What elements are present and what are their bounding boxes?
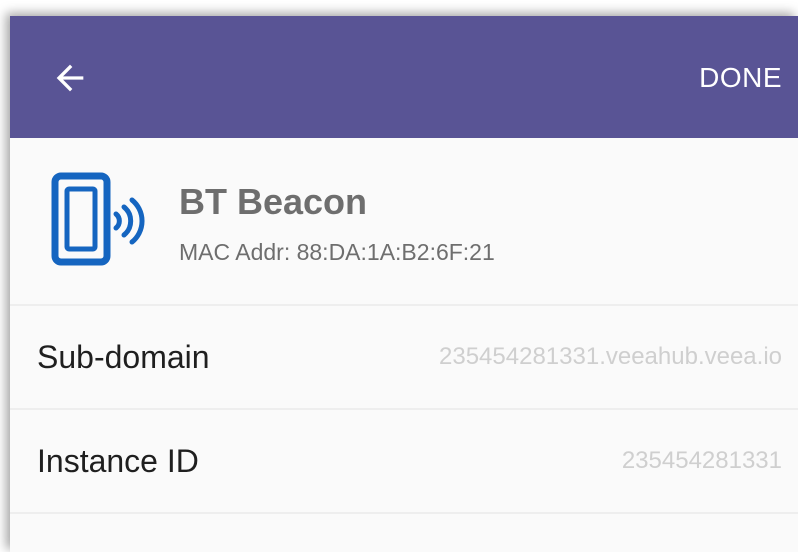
back-button[interactable] (40, 50, 100, 106)
device-name: BT Beacon (179, 181, 368, 222)
app-screen: DONE BT Beacon MAC Addr: 88:DA:1A:B2:6F:… (10, 16, 798, 552)
device-mac-address: MAC Addr: 88:DA:1A:B2:6F:21 (179, 239, 495, 265)
app-bar: DONE (10, 16, 798, 138)
row-sub-domain: Sub-domain 235454281331.veeahub.veea.io (10, 306, 798, 410)
device-card: BT Beacon MAC Addr: 88:DA:1A:B2:6F:21 (10, 138, 798, 306)
arrow-back-icon (56, 64, 84, 92)
row-value: 235454281331 (621, 447, 782, 474)
done-button[interactable]: DONE (699, 56, 782, 100)
row-value: 235454281331.veeahub.veea.io (439, 343, 782, 370)
row-instance-id: Instance ID 235454281331 (10, 410, 798, 514)
row-label: Instance ID (37, 442, 199, 479)
row-label: Sub-domain (37, 338, 210, 375)
phone-broadcast-icon (51, 172, 145, 266)
screenshot-frame: DONE BT Beacon MAC Addr: 88:DA:1A:B2:6F:… (0, 0, 798, 552)
